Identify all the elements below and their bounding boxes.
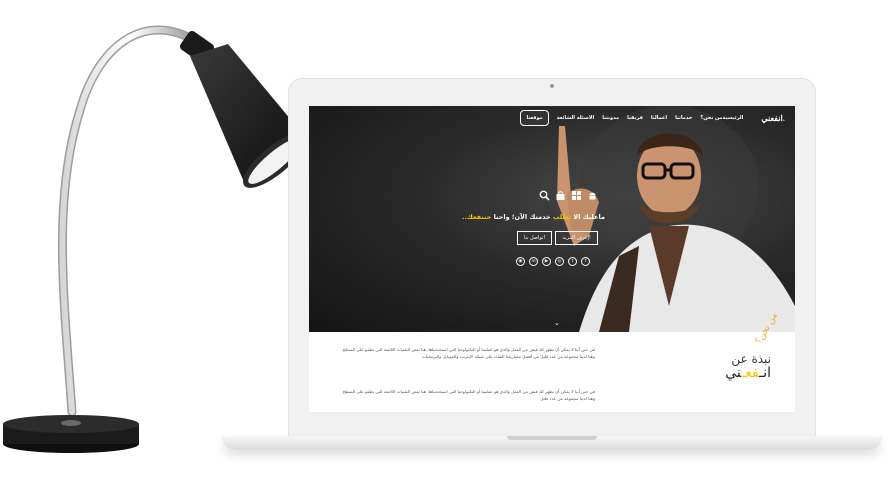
instagram-icon[interactable]: ◎ (555, 257, 564, 266)
learn-more-button[interactable]: إعرف المزيد! (555, 231, 598, 245)
facebook-icon[interactable]: f (581, 257, 590, 266)
nav-works[interactable]: اعمالنا (651, 115, 667, 121)
lamp-base (3, 415, 139, 453)
about-paragraph-2: في حين أننا لا يمكن أن تظهر لك فيض من ال… (341, 389, 595, 401)
twitter-icon[interactable]: t (568, 257, 577, 266)
shopping-bag-icon (555, 190, 566, 201)
nav-services[interactable]: خدماتنا (675, 115, 692, 121)
hero-tagline: ماعليك الا تطلب خدمتك الآن؛ واحنا حننفعك… (462, 213, 605, 221)
about-title-text: نبذة عن (731, 352, 771, 366)
search-icon (539, 190, 550, 201)
android-icon (587, 190, 598, 201)
about-title: نبذة عن انـفعـني (701, 352, 771, 380)
tagline-prefix: ماعليك الا (573, 213, 605, 221)
about-paragraph-1: في حين أننا لا يمكن أن تظهر لك فيض من ال… (341, 347, 595, 359)
laptop-notch (507, 436, 597, 440)
laptop-screen: انفعني. الرئيسية من نحن؟ خدماتنا اعمالنا… (309, 106, 795, 412)
nav-team[interactable]: فريقنا (627, 115, 643, 121)
social-links: ◉ in ▶ ◎ t f (516, 257, 590, 266)
nav-faq[interactable]: الاسئلة الشائعة (557, 115, 595, 121)
tagline-highlight-2: حننفعك.. (461, 213, 492, 221)
tagline-highlight-1: تطلب (552, 213, 572, 221)
webcam-dot (550, 84, 554, 88)
stage: انفعني. الرئيسية من نحن؟ خدماتنا اعمالنا… (0, 0, 892, 478)
windows-icon (571, 190, 582, 201)
nav-about[interactable]: من نحن؟ (700, 115, 722, 121)
hero-section: انفعني. الرئيسية من نحن؟ خدماتنا اعمالنا… (309, 106, 795, 332)
site-logo[interactable]: انفعني. (761, 114, 785, 123)
contact-button[interactable]: تواصل بنا! (517, 231, 553, 245)
about-brand-name: انـفعـني (725, 365, 771, 381)
about-section: في حين أننا لا يمكن أن تظهر لك فيض من ال… (309, 311, 795, 412)
linkedin-icon[interactable]: in (529, 257, 538, 266)
top-navigation: انفعني. الرئيسية من نحن؟ خدماتنا اعمالنا… (309, 106, 795, 130)
youtube-icon[interactable]: ▶ (542, 257, 551, 266)
tagline-middle: خدمتك الآن؛ واحنا (493, 213, 551, 221)
nav-home[interactable]: الرئيسية (723, 115, 744, 121)
github-icon[interactable]: ◉ (516, 257, 525, 266)
hero-buttons: إعرف المزيد! تواصل بنا! (517, 231, 598, 245)
scroll-down-icon[interactable]: ⌄ (554, 319, 560, 327)
hero-platform-icons (539, 190, 598, 201)
nav-cta-button[interactable]: موقعنا (520, 110, 549, 126)
nav-blog[interactable]: مدونتنا (602, 115, 619, 121)
